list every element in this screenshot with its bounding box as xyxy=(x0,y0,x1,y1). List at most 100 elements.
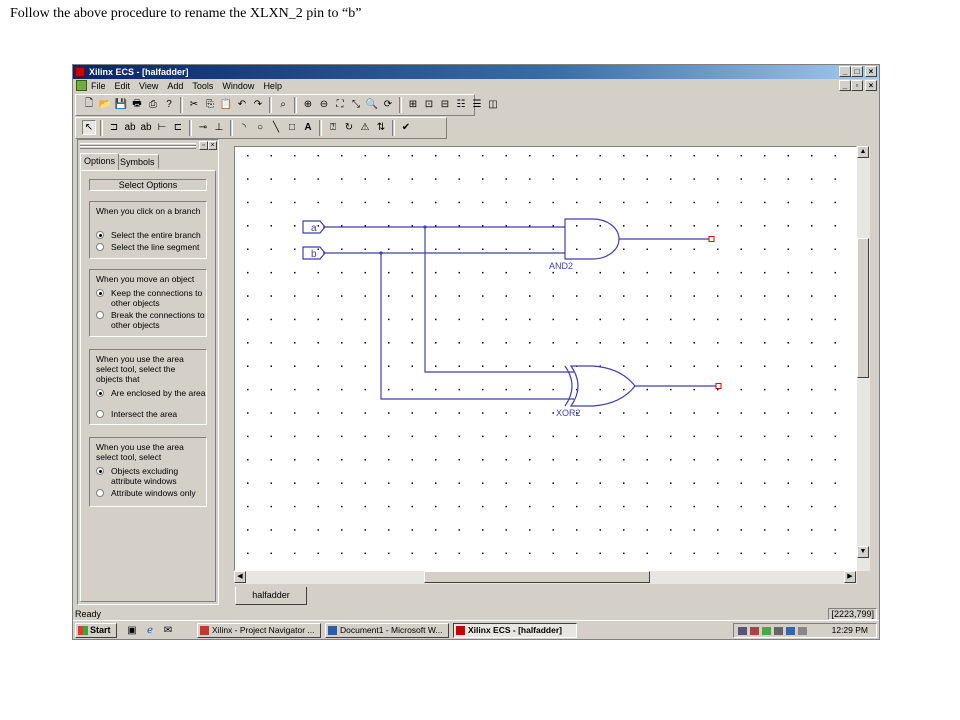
and2-gate xyxy=(564,218,620,260)
schematic-drawing: a b AND2 XOR2 xyxy=(302,218,722,418)
maximize-button[interactable]: □ xyxy=(851,66,863,77)
add-bus-tap-icon[interactable]: ab xyxy=(139,120,153,135)
doc-restore-button[interactable]: ▫ xyxy=(851,80,863,91)
add-instance-icon[interactable]: ⊸ xyxy=(196,120,210,135)
flip-icon[interactable]: ⇅ xyxy=(374,120,388,135)
redo-icon[interactable]: ↷ xyxy=(251,97,265,112)
show-desktop-icon[interactable]: ▣ xyxy=(125,624,139,637)
menu-tools[interactable]: Tools xyxy=(192,79,213,93)
tile-horizontal-icon[interactable]: ☰ xyxy=(470,97,484,112)
zoom-out-icon[interactable]: ⊖ xyxy=(317,97,331,112)
schematic-canvas[interactable]: a b AND2 XOR2 xyxy=(234,146,857,571)
cut-icon[interactable]: ✂ xyxy=(187,97,201,112)
title-bar: Xilinx ECS - [halfadder] _ □ × xyxy=(73,65,879,79)
horizontal-scroll-thumb[interactable] xyxy=(424,571,650,583)
mirror-icon[interactable]: ⚠ xyxy=(358,120,372,135)
area-select-objects-group: When you use the area select tool, selec… xyxy=(89,349,207,425)
io-icon xyxy=(786,627,795,635)
shield-icon xyxy=(762,627,771,635)
vertical-scrollbar[interactable]: ▲ ▼ xyxy=(857,146,870,571)
outlook-icon[interactable]: ✉ xyxy=(161,624,175,637)
panel-restore-button[interactable]: ▫ xyxy=(199,141,208,150)
hierarchy-icon[interactable]: ⊞ xyxy=(406,97,420,112)
status-text: Ready xyxy=(75,609,102,619)
menu-add[interactable]: Add xyxy=(167,79,183,93)
xilinx-icon xyxy=(200,626,209,635)
start-button[interactable]: Start xyxy=(75,623,117,638)
tile-vertical-icon[interactable]: ◫ xyxy=(486,97,500,112)
menu-file[interactable]: File xyxy=(91,79,106,93)
junction-dot xyxy=(423,225,427,229)
line-icon[interactable]: ╲ xyxy=(269,120,283,135)
rotate-icon[interactable]: ↻ xyxy=(342,120,356,135)
taskbar-xilinx-ecs[interactable]: Xilinx ECS - [halfadder] xyxy=(453,623,577,638)
add-io-marker-icon[interactable]: ⊢ xyxy=(155,120,169,135)
copy-icon[interactable]: ⎘ xyxy=(203,97,217,112)
open-icon[interactable]: 📂 xyxy=(98,97,112,112)
binoculars-icon[interactable]: ⌕ xyxy=(276,97,290,112)
save-icon[interactable]: 💾 xyxy=(114,97,128,112)
menu-help[interactable]: Help xyxy=(263,79,282,93)
query-icon[interactable]: ⍰ xyxy=(326,120,340,135)
pin-label-b: b xyxy=(311,249,317,260)
add-symbol-icon[interactable]: ⊏ xyxy=(171,120,185,135)
add-pin-icon[interactable]: ⊥ xyxy=(212,120,226,135)
cursor-coordinates: [2223,799] xyxy=(828,608,877,620)
standard-toolbar: 🗋 📂 💾 🖶 ⎙ ? ✂ ⎘ 📋 ↶ ↷ ⌕ ⊕ ⊖ ⛶ ⤡ 🔍 ⟳ ⊞ ⊡ … xyxy=(75,94,498,116)
tab-options[interactable]: Options xyxy=(80,153,120,170)
radio-unchecked-icon xyxy=(96,243,104,251)
status-bar: Ready [2223,799] xyxy=(73,608,879,620)
push-icon[interactable]: ⊡ xyxy=(422,97,436,112)
scroll-right-icon[interactable]: ▶ xyxy=(844,571,856,583)
zoom-in-icon[interactable]: ⊕ xyxy=(301,97,315,112)
radio-checked-icon xyxy=(96,467,104,475)
tab-halfadder[interactable]: halfadder xyxy=(235,587,307,605)
minimize-button[interactable]: _ xyxy=(839,66,851,77)
check-icon[interactable]: ✔ xyxy=(399,120,413,135)
zoom-fit-icon[interactable]: ⛶ xyxy=(333,97,347,112)
menu-bar: File Edit View Add Tools Window Help _ ▫… xyxy=(73,79,879,93)
help-icon[interactable]: ? xyxy=(162,97,176,112)
print-icon[interactable]: ⎙ xyxy=(146,97,160,112)
vertical-scroll-thumb[interactable] xyxy=(857,238,869,378)
app-icon xyxy=(75,67,85,77)
tile-icon[interactable]: ☷ xyxy=(454,97,468,112)
add-net-name-icon[interactable]: ab xyxy=(123,120,137,135)
group-title: When you use the area select tool, selec… xyxy=(96,354,184,384)
paste-icon[interactable]: 📋 xyxy=(219,97,233,112)
schematic-document: a b AND2 XOR2 ▲ ▼ ◀ ▶ halfadder xyxy=(231,141,877,639)
scroll-left-icon[interactable]: ◀ xyxy=(234,571,246,583)
radio-unchecked-icon xyxy=(96,489,104,497)
zoom-area-icon[interactable]: 🔍 xyxy=(365,97,379,112)
panel-close-button[interactable]: × xyxy=(208,141,217,150)
menu-edit[interactable]: Edit xyxy=(115,79,131,93)
undo-icon[interactable]: ↶ xyxy=(235,97,249,112)
text-icon[interactable]: A xyxy=(301,120,315,135)
arc-icon[interactable]: ◝ xyxy=(237,120,251,135)
refresh-icon[interactable]: ⟳ xyxy=(381,97,395,112)
select-options-header: Select Options xyxy=(89,179,207,191)
rectangle-icon[interactable]: □ xyxy=(285,120,299,135)
doc-close-button[interactable]: × xyxy=(865,80,877,91)
horizontal-scrollbar[interactable]: ◀ ▶ xyxy=(234,571,857,584)
doc-minimize-button[interactable]: _ xyxy=(839,80,851,91)
add-wire-icon[interactable]: ⊐ xyxy=(107,120,121,135)
scroll-down-icon[interactable]: ▼ xyxy=(857,546,869,558)
menu-view[interactable]: View xyxy=(139,79,158,93)
pop-icon[interactable]: ⊟ xyxy=(438,97,452,112)
circle-icon[interactable]: ○ xyxy=(253,120,267,135)
tab-symbols[interactable]: Symbols xyxy=(116,154,159,169)
new-icon[interactable]: 🗋 xyxy=(82,97,96,112)
taskbar-word-document[interactable]: Document1 - Microsoft W... xyxy=(325,623,449,638)
select-pointer-icon[interactable]: ↖ xyxy=(82,120,96,135)
internet-explorer-icon[interactable]: ℯ xyxy=(143,624,157,637)
close-button[interactable]: × xyxy=(865,66,877,77)
zoom-full-icon[interactable]: ⤡ xyxy=(349,97,363,112)
taskbar-project-navigator[interactable]: Xilinx - Project Navigator ... xyxy=(197,623,321,638)
print-preview-icon[interactable]: 🖶 xyxy=(130,97,144,112)
menu-window[interactable]: Window xyxy=(222,79,254,93)
clock: 12:29 PM xyxy=(831,625,868,635)
scroll-up-icon[interactable]: ▲ xyxy=(857,146,869,158)
caption-text: Follow the above procedure to rename the… xyxy=(10,6,362,21)
and2-label: AND2 xyxy=(549,261,573,271)
